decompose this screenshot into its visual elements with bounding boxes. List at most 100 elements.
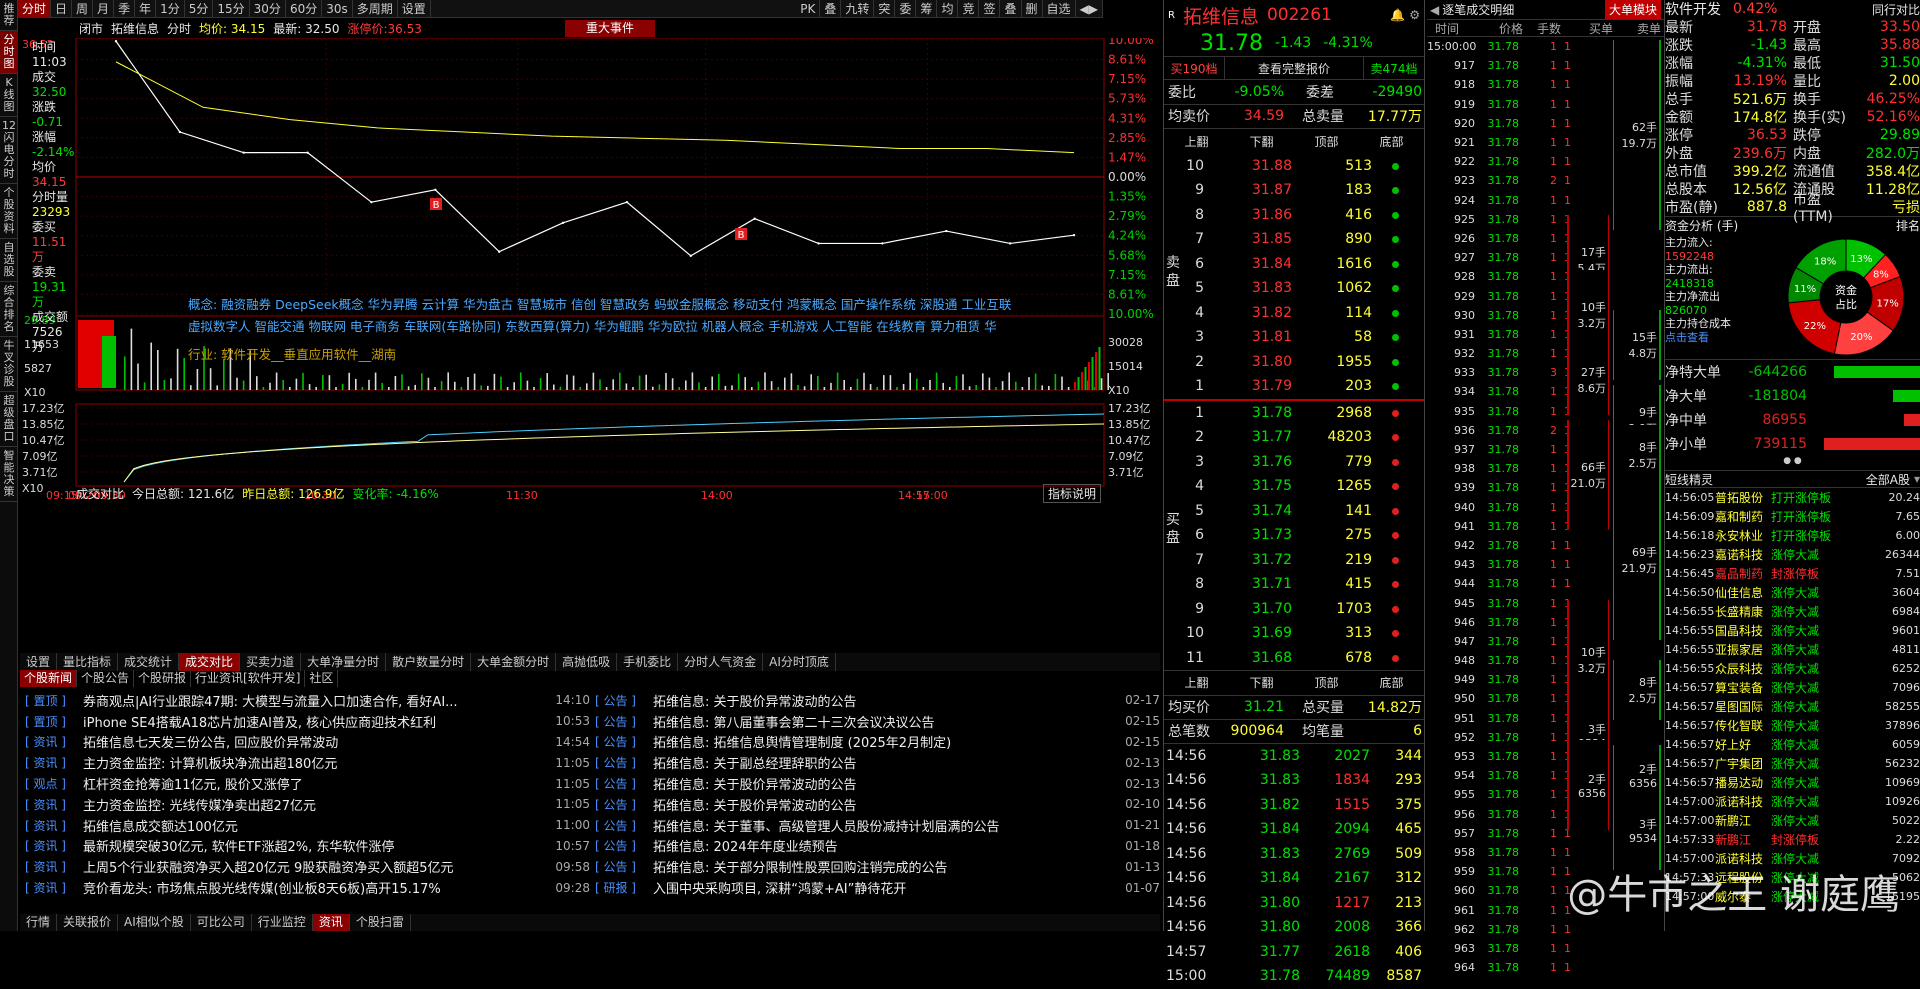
left-nav-item[interactable]: 牛叉诊股 xyxy=(0,337,18,392)
news-title[interactable]: 上周5个行业获融资净买入超20亿元 9股获融资净买入额超5亿元 xyxy=(83,857,545,876)
news-item[interactable]: [ 公告 ] 拓维信息: 关于副总经理辞职的公告 02-13 xyxy=(595,752,1160,773)
radar-row[interactable]: 14:56:55 长盛精康 涨停大减 6984 xyxy=(1665,602,1920,621)
indicator-tab[interactable]: 成交对比 xyxy=(179,653,241,671)
indicator-tab[interactable]: 设置 xyxy=(20,653,58,671)
buy-level-row[interactable]: 1 31.78 2968 xyxy=(1164,401,1424,426)
period-tab[interactable]: 月 xyxy=(93,0,115,18)
period-tab[interactable]: 60分 xyxy=(286,0,323,18)
footer-tab[interactable]: 行情 xyxy=(20,914,58,931)
radar-row[interactable]: 14:56:05 普拓股份 打开涨停板 20.24 xyxy=(1665,488,1920,507)
radar-row[interactable]: 14:56:55 亚振家居 涨停大减 4811 xyxy=(1665,640,1920,659)
buy-level-row[interactable]: 4 31.75 1265 xyxy=(1164,474,1424,499)
indicator-tab[interactable]: 大单净量分时 xyxy=(301,653,387,671)
news-title[interactable]: 拓维信息: 关于股价异常波动的公告 xyxy=(653,691,1115,710)
left-nav-item[interactable]: K线图 xyxy=(0,74,18,117)
left-nav-item[interactable]: 综合排名 xyxy=(0,282,18,337)
sell-level-row[interactable]: 2 31.80 1955 xyxy=(1164,350,1424,375)
radar-row[interactable]: 14:56:57 传化智联 涨停大减 37896 xyxy=(1665,716,1920,735)
buy-level-row[interactable]: 3 31.76 779 xyxy=(1164,450,1424,475)
buy-depth-button[interactable]: 买190档 xyxy=(1164,57,1224,79)
big-buy-block[interactable]: 66手 21.0万 xyxy=(1567,420,1609,530)
news-title[interactable]: 拓维信息: 第八届董事会第二十三次会议决议公告 xyxy=(653,712,1115,731)
news-title[interactable]: 拓维信息: 2024年年度业绩预告 xyxy=(653,836,1115,855)
buy-level-row[interactable]: 9 31.70 1703 xyxy=(1164,597,1424,622)
radar-row[interactable]: 14:56:23 嘉诺科技 涨停大减 26344 xyxy=(1665,545,1920,564)
news-title[interactable]: 拓维信息: 拓维信息舆情管理制度 (2025年2月制定) xyxy=(653,732,1115,751)
page-down-button-2[interactable]: 下翻 xyxy=(1229,674,1294,691)
indicator-tab[interactable]: 成交统计 xyxy=(118,653,180,671)
period-tab[interactable]: 多周期 xyxy=(353,0,398,18)
big-sell-block[interactable]: 62手 19.7万 xyxy=(1613,40,1661,230)
news-title[interactable]: 拓维信息: 关于股价异常波动的公告 xyxy=(653,774,1115,793)
left-nav-item[interactable]: 自选股 xyxy=(0,239,18,282)
collapse-icon[interactable]: ◀ xyxy=(1430,3,1439,17)
bell-icon[interactable]: 🔔 xyxy=(1390,8,1405,22)
page-up-button[interactable]: 上翻 xyxy=(1164,133,1229,150)
big-sell-block[interactable]: 8手 2.5万 xyxy=(1613,660,1661,720)
toolbar-tool[interactable]: 竞 xyxy=(958,0,980,18)
news-item[interactable]: [ 资讯 ] 拓维信息七天发三份公告, 回应股价异常波动 14:54 xyxy=(25,732,590,753)
news-title[interactable]: 拓维信息: 关于副总经理辞职的公告 xyxy=(653,753,1115,772)
period-tab[interactable]: 分时 xyxy=(18,0,52,18)
period-tab[interactable]: 15分 xyxy=(213,0,250,18)
toolbar-tool[interactable]: 均 xyxy=(937,0,959,18)
big-sell-block[interactable]: 3手 9534 xyxy=(1613,790,1661,870)
buy-level-row[interactable]: 6 31.73 275 xyxy=(1164,523,1424,548)
indicator-tab[interactable]: 手机委比 xyxy=(617,653,679,671)
indicator-tab[interactable]: 买卖力道 xyxy=(240,653,302,671)
peer-compare-button[interactable]: 同行对比 xyxy=(1872,1,1920,18)
news-item[interactable]: [ 公告 ] 拓维信息: 2024年年度业绩预告 01-18 xyxy=(595,836,1160,857)
indicator-tab[interactable]: 散户数量分时 xyxy=(386,653,472,671)
toolbar-tool[interactable]: PK xyxy=(796,0,821,18)
toolbar-tool[interactable]: 九转 xyxy=(841,0,875,18)
toolbar-tool[interactable]: 叠 xyxy=(820,0,842,18)
buy-level-row[interactable]: 8 31.71 415 xyxy=(1164,572,1424,597)
sell-level-row[interactable]: 3 31.81 58 xyxy=(1164,325,1424,350)
period-tab[interactable]: 30分 xyxy=(250,0,286,18)
footer-tab[interactable]: 可比公司 xyxy=(191,914,252,931)
page-bottom-button[interactable]: 底部 xyxy=(1359,133,1424,150)
news-item[interactable]: [ 观点 ] 杠杆资金抢筹逾11亿元, 股价又涨停了 11:05 xyxy=(25,773,590,794)
buy-level-row[interactable]: 7 31.72 219 xyxy=(1164,548,1424,573)
news-title[interactable]: 主力资金监控: 计算机板块净流出超180亿元 xyxy=(83,753,545,772)
toolbar-tool[interactable]: 删 xyxy=(1022,0,1043,18)
big-order-button[interactable]: 大单模块 xyxy=(1604,0,1661,19)
news-item[interactable]: [ 资讯 ] 主力资金监控: 计算机板块净流出超180亿元 11:05 xyxy=(25,752,590,773)
footer-tab[interactable]: 行业监控 xyxy=(252,914,313,931)
radar-row[interactable]: 14:57:33 新鹏江 封涨停板 2.22 xyxy=(1665,830,1920,849)
footer-tab[interactable]: 资讯 xyxy=(312,914,350,931)
sell-level-row[interactable]: 9 31.87 183 xyxy=(1164,178,1424,203)
toolbar-tool[interactable]: 筹 xyxy=(916,0,938,18)
radar-row[interactable]: 14:56:09 嘉和制药 打开涨停板 7.65 xyxy=(1665,507,1920,526)
radar-row[interactable]: 14:57:00 派诺科技 涨停大减 10926 xyxy=(1665,792,1920,811)
news-title[interactable]: 拓维信息: 关于股价异常波动的公告 xyxy=(653,795,1115,814)
left-nav-item[interactable]: 智能决策 xyxy=(0,447,18,502)
period-tab[interactable]: 日 xyxy=(51,0,73,18)
news-tab[interactable]: 个股新闻 xyxy=(20,670,78,687)
footer-tab[interactable]: 关联报价 xyxy=(57,914,119,931)
page-down-button[interactable]: 下翻 xyxy=(1229,133,1294,150)
news-item[interactable]: [ 公告 ] 拓维信息: 关于董事、高级管理人员股份减持计划届满的公告 01-21 xyxy=(595,815,1160,836)
page-bottom-button-2[interactable]: 底部 xyxy=(1359,674,1424,691)
indicator-tab[interactable]: AI分时顶底 xyxy=(763,653,836,671)
indicator-tab[interactable]: 量比指标 xyxy=(57,653,119,671)
main-cost-link[interactable]: 点击查看 xyxy=(1665,331,1780,345)
toolbar-tool[interactable]: 突 xyxy=(874,0,896,18)
left-nav-item[interactable]: 个股资料 xyxy=(0,184,18,239)
period-tab[interactable]: 季 xyxy=(114,0,136,18)
sell-level-row[interactable]: 5 31.83 1062 xyxy=(1164,276,1424,301)
radar-row[interactable]: 14:56:57 好上好 涨停大减 6059 xyxy=(1665,735,1920,754)
news-item[interactable]: [ 公告 ] 拓维信息: 关于股价异常波动的公告 02-10 xyxy=(595,794,1160,815)
news-item[interactable]: [ 公告 ] 拓维信息: 关于股价异常波动的公告 02-17 xyxy=(595,690,1160,711)
big-sell-block[interactable]: 8手 2.5万 xyxy=(1613,425,1661,485)
news-title[interactable]: 最新规模突破30亿元, 软件ETF涨超2%, 东华软件涨停 xyxy=(83,836,545,855)
sell-level-row[interactable]: 4 31.82 114 xyxy=(1164,301,1424,326)
radar-row[interactable]: 14:56:57 播易达动 涨停大减 10969 xyxy=(1665,773,1920,792)
sell-level-row[interactable]: 1 31.79 203 xyxy=(1164,374,1424,399)
news-item[interactable]: [ 置顶 ] 券商观点|AI行业跟踪47期: 大模型与流量入口加速合作, 看好AI… xyxy=(25,690,590,711)
news-item[interactable]: [ 研报 ] 入围中央采购项目, 深耕“鸿蒙+AI”静待花开 01-07 xyxy=(595,877,1160,898)
news-item[interactable]: [ 资讯 ] 拓维信息成交额达100亿元 11:00 xyxy=(25,815,590,836)
big-buy-block[interactable]: 2手 6356 xyxy=(1567,740,1609,830)
period-tab[interactable]: 设置 xyxy=(398,0,431,18)
news-title[interactable]: 拓维信息: 关于部分限制性股票回购注销完成的公告 xyxy=(653,857,1115,876)
